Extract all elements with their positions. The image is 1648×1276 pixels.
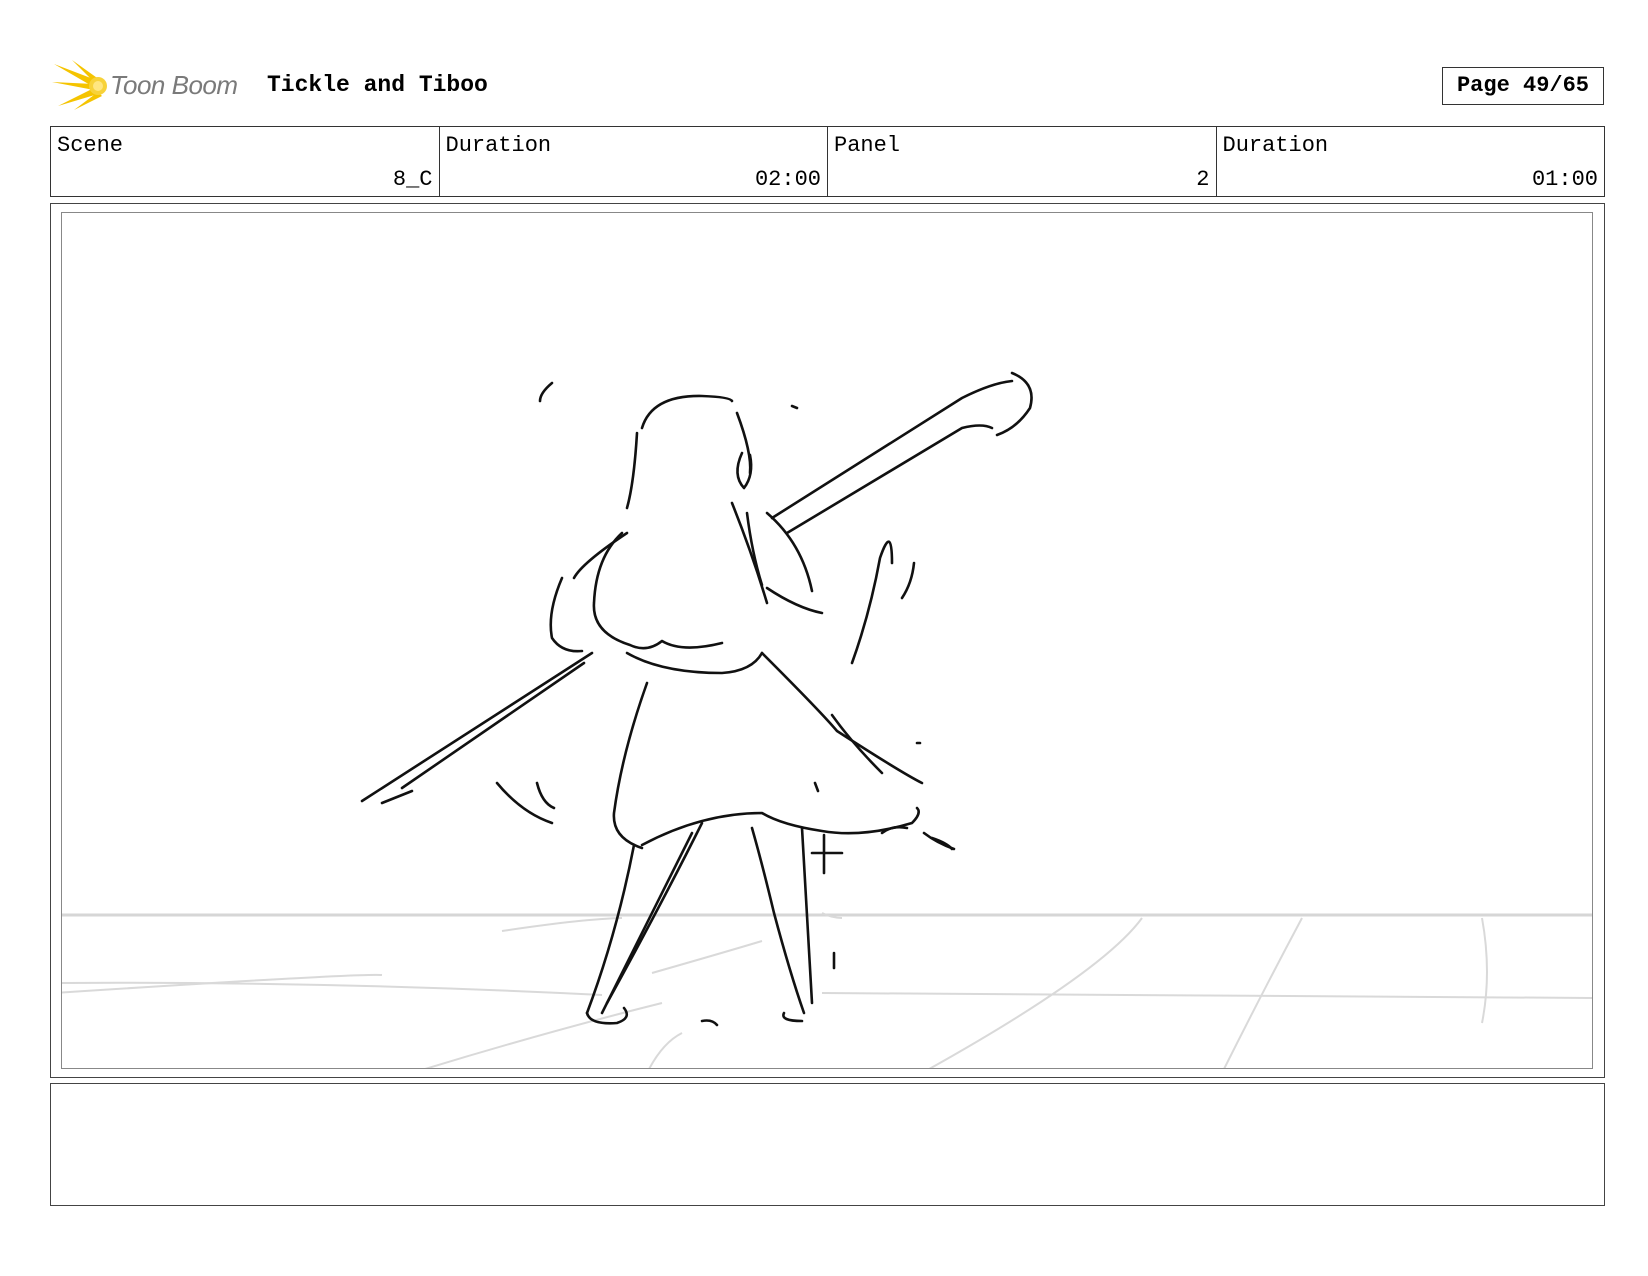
panel-cell: Panel 2 (828, 127, 1217, 196)
storyboard-sketch (62, 371, 1592, 1068)
panel-label: Panel (834, 133, 901, 158)
panel-value: 2 (1196, 167, 1210, 192)
scene-label: Scene (57, 133, 124, 158)
scene-value: 8_C (392, 167, 433, 192)
panel-image-area (61, 212, 1593, 1069)
panel-info-row: Scene 8_C Duration 02:00 Panel 2 Duratio… (50, 126, 1605, 197)
scene-cell: Scene 8_C (51, 127, 440, 196)
logo-text: Toon Boom (110, 70, 238, 100)
scene-duration-label: Duration (445, 133, 552, 158)
page-indicator: Page 49/65 (1442, 67, 1604, 105)
scene-duration-value: 02:00 (754, 167, 821, 192)
scene-duration-cell: Duration 02:00 (440, 127, 828, 196)
panel-duration-value: 01:00 (1531, 167, 1598, 192)
project-title: Tickle and Tiboo (267, 72, 488, 98)
panel-duration-label: Duration (1222, 133, 1329, 158)
panel-duration-cell: Duration 01:00 (1217, 127, 1605, 196)
panel-notes (50, 1083, 1605, 1206)
storyboard-panel (50, 203, 1605, 1078)
